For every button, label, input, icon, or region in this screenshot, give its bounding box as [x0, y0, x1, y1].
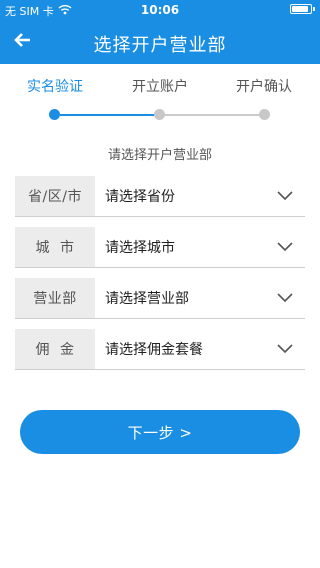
battery-icon	[290, 4, 315, 14]
battery-body	[290, 4, 312, 14]
battery-fill	[292, 6, 308, 12]
status-time: 10:06	[140, 3, 180, 17]
step-line-2	[160, 114, 265, 116]
step-1-dot	[49, 109, 60, 120]
city-label: 城 市	[15, 227, 95, 267]
commission-value: 请选择佣金套餐	[105, 342, 203, 358]
step-3-dot	[259, 109, 270, 120]
step-1-label: 实名验证	[27, 79, 83, 95]
step-indicator: 实名验证 开立账户 开户确认	[0, 64, 320, 124]
commission-label: 佣 金	[15, 329, 95, 369]
next-button[interactable]: 下一步 >	[20, 410, 300, 454]
chevron-down-icon	[265, 176, 305, 216]
step-2-label: 开立账户	[132, 79, 188, 95]
branch-label: 营业部	[15, 278, 95, 318]
form-prompt: 请选择开户营业部	[107, 148, 212, 163]
status-bar: 无 SIM 卡 10:06	[0, 0, 320, 20]
step-3-label: 开户确认	[236, 79, 292, 95]
province-select[interactable]: 省/区/市 请选择省份	[15, 176, 305, 217]
branch-value: 请选择营业部	[105, 291, 189, 307]
step-2-dot	[154, 109, 165, 120]
branch-select[interactable]: 营业部 请选择营业部	[15, 278, 305, 319]
battery-tip	[313, 7, 315, 11]
city-value: 请选择城市	[105, 240, 175, 256]
nav-bar: 选择开户营业部	[0, 20, 320, 64]
chevron-down-icon	[265, 227, 305, 267]
page-title: 选择开户营业部	[93, 35, 227, 56]
commission-select[interactable]: 佣 金 请选择佣金套餐	[15, 329, 305, 370]
chevron-down-icon	[265, 329, 305, 369]
province-value: 请选择省份	[105, 189, 175, 205]
chevron-down-icon	[265, 278, 305, 318]
province-label: 省/区/市	[15, 176, 95, 216]
city-select[interactable]: 城 市 请选择城市	[15, 227, 305, 268]
step-line-1	[60, 114, 160, 116]
